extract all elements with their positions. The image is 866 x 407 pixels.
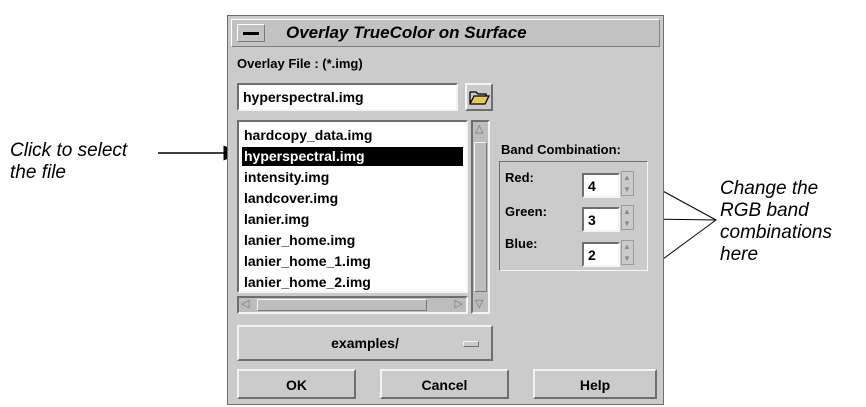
scroll-down-arrow-icon[interactable]: ▽	[475, 299, 483, 310]
horizontal-scroll-thumb[interactable]	[257, 299, 427, 311]
vertical-scroll-thumb[interactable]	[474, 142, 487, 292]
list-item[interactable]: landcover.img	[242, 189, 338, 208]
red-band-spinner[interactable]: ▲ ▼	[621, 171, 634, 196]
blue-label: Blue:	[505, 236, 538, 251]
spinner-up-icon[interactable]: ▲	[623, 207, 631, 216]
blue-band-input[interactable]: 2	[582, 242, 620, 267]
cancel-button[interactable]: Cancel	[380, 369, 509, 399]
file-name-input[interactable]: hyperspectral.img	[237, 83, 458, 111]
cancel-button-label: Cancel	[421, 377, 468, 393]
list-item[interactable]: lanier_home.img	[242, 231, 355, 250]
list-item[interactable]: hardcopy_data.img	[242, 126, 372, 145]
band-combination-label: Band Combination:	[501, 142, 621, 157]
horizontal-scrollbar[interactable]: ◁ ▷	[237, 296, 468, 314]
window-menu-icon[interactable]	[237, 24, 265, 42]
spinner-down-icon[interactable]: ▼	[623, 185, 631, 194]
scroll-up-arrow-icon[interactable]: △	[475, 124, 483, 135]
list-item[interactable]: lanier_home_1.img	[242, 252, 371, 271]
list-item-selected[interactable]: hyperspectral.img	[242, 147, 463, 166]
ok-button[interactable]: OK	[237, 369, 356, 399]
dropdown-indicator-icon	[463, 341, 479, 347]
overlay-truecolor-dialog: Overlay TrueColor on Surface Overlay Fil…	[227, 15, 664, 405]
overlay-file-label: Overlay File : (*.img)	[237, 56, 363, 71]
spinner-down-icon[interactable]: ▼	[623, 219, 631, 228]
list-item[interactable]: intensity.img	[242, 168, 329, 187]
list-item[interactable]: lanier.img	[242, 210, 309, 229]
red-band-input[interactable]: 4	[582, 173, 620, 198]
directory-dropdown-value: examples/	[331, 335, 399, 351]
title-bar[interactable]: Overlay TrueColor on Surface	[231, 19, 660, 47]
folder-open-icon	[469, 91, 491, 105]
list-item[interactable]: lanier_home_2.img	[242, 273, 371, 292]
dialog-title: Overlay TrueColor on Surface	[286, 23, 527, 42]
spinner-down-icon[interactable]: ▼	[623, 254, 631, 263]
vertical-scrollbar[interactable]: △ ▽	[471, 120, 490, 314]
spinner-up-icon[interactable]: ▲	[623, 173, 631, 182]
green-band-spinner[interactable]: ▲ ▼	[621, 205, 634, 230]
help-button[interactable]: Help	[533, 369, 657, 399]
green-band-input[interactable]: 3	[582, 207, 620, 232]
spinner-up-icon[interactable]: ▲	[623, 242, 631, 251]
red-label: Red:	[505, 170, 534, 185]
scroll-left-arrow-icon[interactable]: ◁	[241, 299, 249, 310]
blue-band-spinner[interactable]: ▲ ▼	[621, 240, 634, 265]
band-combination-group: Red: 4 ▲ ▼ Green: 3 ▲ ▼ Blue: 2 ▲ ▼	[499, 161, 648, 271]
file-list[interactable]: hardcopy_data.img hyperspectral.img inte…	[237, 120, 468, 293]
scroll-right-arrow-icon[interactable]: ▷	[455, 299, 463, 310]
ok-button-label: OK	[286, 377, 307, 393]
browse-folder-button[interactable]	[465, 83, 493, 111]
directory-dropdown[interactable]: examples/	[237, 325, 493, 361]
green-label: Green:	[505, 204, 547, 219]
help-button-label: Help	[579, 377, 611, 393]
